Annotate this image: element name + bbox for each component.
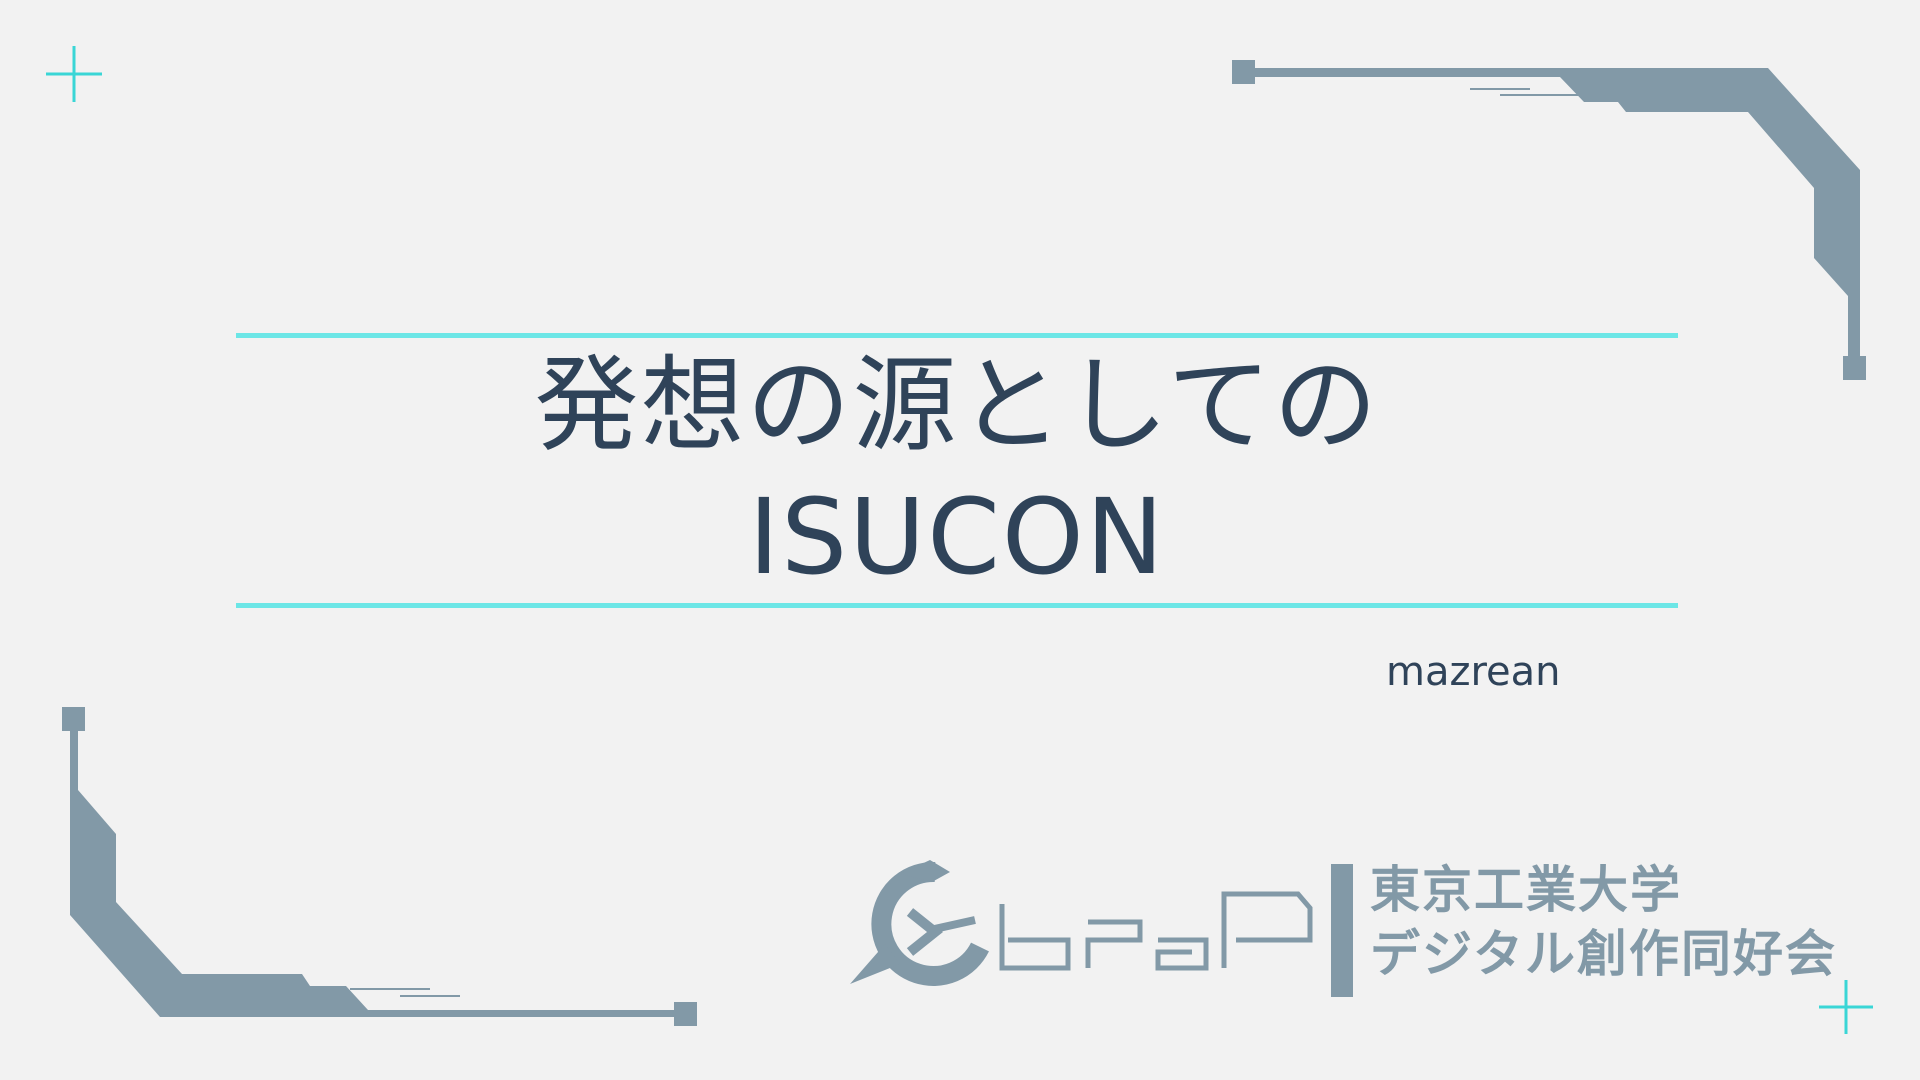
title-bottom-rule	[236, 603, 1678, 608]
org-name-line-2: デジタル創作同好会	[1370, 925, 1837, 983]
plus-icon	[46, 46, 102, 102]
title-line-1: 発想の源としての	[534, 343, 1380, 466]
title-slide: 発想の源としての ISUCON mazrean 東京工業大学 デジタル創作同好会	[0, 0, 1920, 1080]
org-name: 東京工業大学 デジタル創作同好会	[1370, 858, 1837, 986]
plus-icon	[1819, 980, 1873, 1034]
club-logo: 東京工業大学 デジタル創作同好会	[840, 852, 1835, 1002]
logo-divider	[1331, 864, 1353, 997]
org-name-line-1: 東京工業大学	[1370, 861, 1682, 919]
corner-bracket-top-right	[1232, 60, 1866, 380]
author-name: mazrean	[1386, 649, 1561, 695]
corner-bracket-bottom-left	[62, 707, 697, 1026]
title-line-2: ISUCON	[748, 475, 1166, 598]
traP-logo-icon	[850, 860, 1313, 986]
slide-title: 発想の源としての ISUCON	[236, 338, 1678, 603]
